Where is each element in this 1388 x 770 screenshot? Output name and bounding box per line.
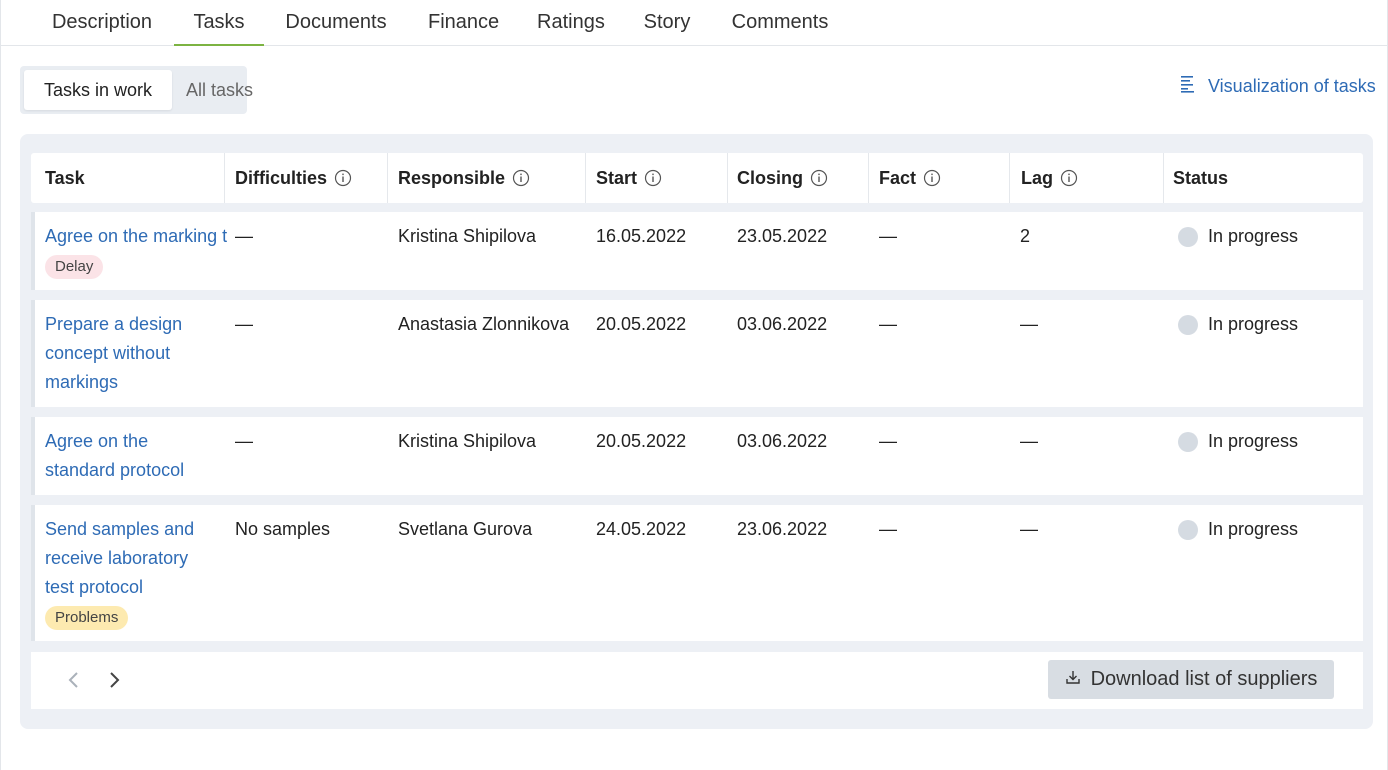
download-suppliers-button[interactable]: Download list of suppliers bbox=[1048, 660, 1334, 699]
start-cell: 20.05.2022 bbox=[596, 314, 687, 334]
column-header-start: Start bbox=[596, 153, 662, 203]
column-header-lag: Lag bbox=[1021, 153, 1078, 203]
tab-description[interactable]: Description bbox=[50, 0, 154, 46]
status-cell: In progress bbox=[1178, 427, 1298, 456]
tab-comments[interactable]: Comments bbox=[730, 0, 830, 46]
status-dot-icon bbox=[1178, 226, 1198, 247]
column-header-responsible: Responsible bbox=[398, 153, 530, 203]
start-cell: 24.05.2022 bbox=[596, 519, 687, 539]
fact-cell: — bbox=[879, 431, 897, 451]
column-header-task: Task bbox=[45, 168, 85, 188]
column-header-closing: Closing bbox=[737, 153, 828, 203]
tab-documents[interactable]: Documents bbox=[284, 0, 388, 46]
status-dot-icon bbox=[1178, 519, 1198, 540]
closing-cell: 03.06.2022 bbox=[737, 431, 828, 451]
info-icon[interactable] bbox=[923, 169, 941, 187]
fact-cell: — bbox=[879, 226, 897, 246]
visualization-link[interactable]: Visualization of tasks bbox=[1180, 72, 1376, 100]
table-row[interactable]: Agree on the standard protocol — Kristin… bbox=[31, 417, 1363, 495]
info-icon[interactable] bbox=[644, 169, 662, 187]
difficulties-cell: No samples bbox=[235, 519, 331, 539]
info-icon[interactable] bbox=[1060, 169, 1078, 187]
responsible-cell: Kristina Shipilova bbox=[398, 431, 537, 451]
status-dot-icon bbox=[1178, 431, 1198, 452]
table-footer: Download list of suppliers bbox=[31, 652, 1363, 709]
responsible-cell: Anastasia Zlonnikova bbox=[398, 314, 570, 334]
table-row[interactable]: Prepare a design concept without marking… bbox=[31, 300, 1363, 407]
lag-cell: — bbox=[1020, 519, 1038, 539]
status-cell: In progress bbox=[1178, 310, 1298, 339]
download-icon bbox=[1065, 668, 1091, 691]
column-header-status: Status bbox=[1173, 168, 1229, 188]
responsible-cell: Kristina Shipilova bbox=[398, 226, 537, 246]
chevron-left-icon[interactable] bbox=[62, 668, 86, 692]
list-lines-icon bbox=[1180, 75, 1208, 98]
status-cell: In progress bbox=[1178, 222, 1298, 251]
visualization-link-label: Visualization of tasks bbox=[1208, 75, 1376, 96]
all-tasks-button[interactable]: All tasks bbox=[172, 70, 267, 110]
delay-badge: Delay bbox=[45, 255, 104, 279]
start-cell: 16.05.2022 bbox=[596, 226, 687, 246]
tab-story[interactable]: Story bbox=[643, 0, 691, 46]
lag-cell: 2 bbox=[1020, 226, 1031, 246]
tab-tasks[interactable]: Tasks bbox=[174, 0, 264, 46]
status-dot-icon bbox=[1178, 314, 1198, 335]
closing-cell: 23.06.2022 bbox=[737, 519, 828, 539]
tasks-in-work-button[interactable]: Tasks in work bbox=[24, 70, 172, 110]
task-link[interactable]: Prepare a design concept without marking… bbox=[45, 310, 182, 397]
table-header: Task Difficulties Responsible Start Clos… bbox=[31, 153, 1363, 203]
tab-bar: Description Tasks Documents Finance Rati… bbox=[0, 0, 1388, 46]
info-icon[interactable] bbox=[810, 169, 828, 187]
task-link[interactable]: Agree on the standard protocol bbox=[45, 427, 184, 485]
difficulties-cell: — bbox=[235, 314, 253, 334]
difficulties-cell: — bbox=[235, 431, 253, 451]
info-icon[interactable] bbox=[334, 169, 352, 187]
table-row[interactable]: Send samples and receive laboratory test… bbox=[31, 505, 1363, 641]
status-cell: In progress bbox=[1178, 515, 1298, 544]
closing-cell: 23.05.2022 bbox=[737, 226, 828, 246]
column-header-fact: Fact bbox=[879, 153, 941, 203]
responsible-cell: Svetlana Gurova bbox=[398, 519, 533, 539]
tab-ratings[interactable]: Ratings bbox=[537, 0, 605, 46]
problems-badge: Problems bbox=[45, 606, 129, 630]
chevron-right-icon[interactable] bbox=[102, 668, 126, 692]
task-filter-toggle: Tasks in work All tasks bbox=[20, 66, 253, 114]
column-header-difficulties: Difficulties bbox=[235, 153, 352, 203]
fact-cell: — bbox=[879, 519, 897, 539]
task-link[interactable]: Send samples and receive laboratory test… bbox=[45, 515, 194, 602]
download-button-label: Download list of suppliers bbox=[1090, 668, 1318, 690]
lag-cell: — bbox=[1020, 314, 1038, 334]
difficulties-cell: — bbox=[235, 226, 253, 246]
closing-cell: 03.06.2022 bbox=[737, 314, 828, 334]
fact-cell: — bbox=[879, 314, 897, 334]
task-link[interactable]: Agree on the marking t bbox=[45, 222, 227, 251]
start-cell: 20.05.2022 bbox=[596, 431, 687, 451]
table-row[interactable]: Agree on the marking t Delay — Kristina … bbox=[31, 212, 1363, 290]
info-icon[interactable] bbox=[512, 169, 530, 187]
lag-cell: — bbox=[1020, 431, 1038, 451]
tab-finance[interactable]: Finance bbox=[428, 0, 499, 46]
